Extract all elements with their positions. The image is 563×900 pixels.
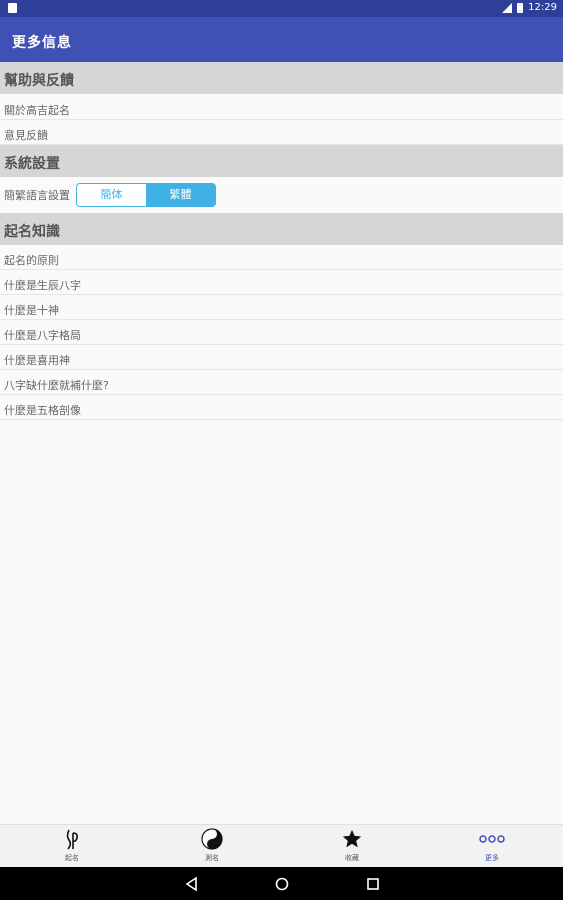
list-item-five-grids[interactable]: 什麼是五格剖像	[0, 395, 563, 420]
star-icon	[322, 825, 382, 853]
bottom-navigation: 起名 測名 收藏 更多	[0, 824, 563, 867]
settings-list: 幫助與反饋 關於高吉起名 意見反饋 系統設置 簡繁語言設置 簡体 繁體 起名知識…	[0, 62, 563, 420]
status-icons: 12:29	[502, 2, 557, 13]
list-item-ten-gods[interactable]: 什麼是十神	[0, 295, 563, 320]
section-header-knowledge: 起名知識	[0, 213, 563, 245]
status-bar: 12:29	[0, 0, 563, 17]
nav-item-test-name[interactable]: 測名	[182, 825, 242, 868]
list-item-naming-principles[interactable]: 起名的原則	[0, 245, 563, 270]
recents-icon[interactable]	[366, 876, 380, 895]
sim-card-icon	[8, 3, 17, 13]
nav-item-naming[interactable]: 起名	[42, 825, 102, 868]
list-item-feedback[interactable]: 意見反饋	[0, 120, 563, 145]
nav-label-test-name: 測名	[205, 854, 219, 862]
name-pen-icon	[42, 825, 102, 853]
list-item-bazi-deficiency[interactable]: 八字缺什麼就補什麼?	[0, 370, 563, 395]
system-navigation-bar	[0, 867, 563, 900]
status-time: 12:29	[528, 2, 557, 13]
section-header-help: 幫助與反饋	[0, 62, 563, 94]
language-setting-row: 簡繁語言設置 簡体 繁體	[0, 177, 563, 213]
list-item-birth-eight-characters[interactable]: 什麼是生辰八字	[0, 270, 563, 295]
simplified-option-button[interactable]: 簡体	[77, 184, 146, 206]
back-icon[interactable]	[185, 876, 199, 895]
nav-label-favorites: 收藏	[345, 854, 359, 862]
nav-item-favorites[interactable]: 收藏	[322, 825, 382, 868]
app-bar: 更多信息	[0, 17, 563, 62]
battery-icon	[517, 2, 524, 13]
more-dots-icon	[462, 825, 522, 853]
nav-item-more[interactable]: 更多	[462, 825, 522, 868]
section-header-system: 系統設置	[0, 145, 563, 177]
nav-label-naming: 起名	[65, 854, 79, 862]
language-setting-label: 簡繁語言設置	[4, 189, 70, 202]
language-segmented-control: 簡体 繁體	[76, 183, 216, 207]
list-item-bazi-pattern[interactable]: 什麼是八字格局	[0, 320, 563, 345]
traditional-option-button[interactable]: 繁體	[146, 184, 215, 206]
list-item-favorable-god[interactable]: 什麼是喜用神	[0, 345, 563, 370]
home-icon[interactable]	[275, 876, 289, 895]
nav-label-more: 更多	[485, 854, 499, 862]
signal-icon	[502, 2, 513, 13]
page-title: 更多信息	[12, 35, 72, 51]
yin-yang-icon	[182, 825, 242, 853]
list-item-about[interactable]: 關於高吉起名	[0, 94, 563, 120]
